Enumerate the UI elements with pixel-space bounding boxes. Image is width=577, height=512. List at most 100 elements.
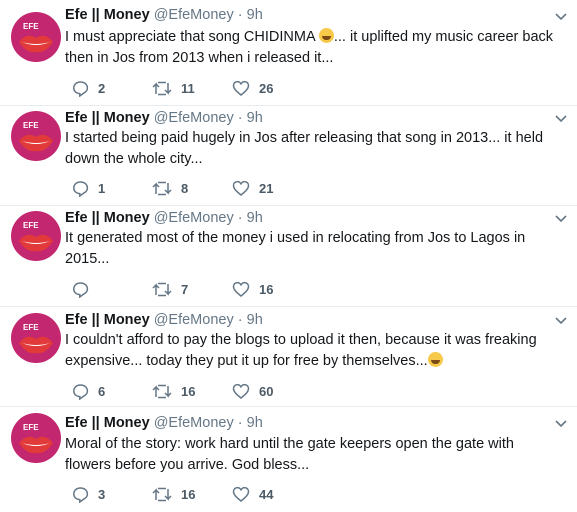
user-handle[interactable]: @EfeMoney — [154, 110, 234, 126]
heart-icon — [232, 486, 250, 502]
reply-count: 3 — [98, 487, 106, 502]
avatar[interactable]: EFE — [11, 211, 61, 261]
user-handle[interactable]: @EfeMoney — [154, 7, 234, 23]
tweet-text-part: Moral of the story: work hard until the … — [65, 436, 514, 473]
user-handle[interactable]: @EfeMoney — [154, 312, 234, 328]
like-button[interactable]: 16 — [232, 281, 273, 298]
grinning-face-emoji-icon — [318, 28, 334, 43]
retweet-button[interactable]: 16 — [152, 486, 195, 503]
user-handle[interactable]: @EfeMoney — [154, 415, 234, 431]
svg-text:EFE: EFE — [23, 22, 39, 31]
tweet-text: I started being paid hugely in Jos after… — [65, 128, 560, 170]
like-count: 16 — [259, 282, 274, 297]
timestamp[interactable]: 9h — [247, 415, 263, 431]
like-count: 26 — [259, 81, 274, 96]
tweet-text: It generated most of the money i used in… — [65, 228, 560, 270]
retweet-count: 16 — [181, 487, 196, 502]
separator: · — [237, 110, 243, 126]
separator: · — [237, 415, 243, 431]
like-count: 21 — [259, 181, 274, 196]
chevron-down-icon[interactable] — [555, 419, 567, 429]
user-handle[interactable]: @EfeMoney — [154, 210, 234, 226]
heart-icon — [232, 383, 250, 399]
retweet-icon — [152, 487, 172, 502]
heart-icon — [232, 80, 250, 96]
reply-icon — [73, 282, 89, 298]
tweet-text: I must appreciate that song CHIDINMA ...… — [65, 27, 560, 69]
svg-text:EFE: EFE — [23, 221, 39, 230]
timestamp[interactable]: 9h — [247, 312, 263, 328]
svg-text:EFE: EFE — [23, 423, 39, 432]
tweet-text: Moral of the story: work hard until the … — [65, 434, 560, 476]
display-name[interactable]: Efe || Money — [65, 7, 150, 23]
retweet-icon — [152, 81, 172, 96]
avatar[interactable]: EFE — [11, 12, 61, 62]
tweet-text-part: It generated most of the money i used in… — [65, 230, 526, 267]
reply-icon — [73, 81, 89, 97]
tweet: EFE Efe || Money @EfeMoney · 9h I starte… — [0, 106, 577, 205]
tweet-text-part: I started being paid hugely in Jos after… — [65, 130, 544, 167]
avatar[interactable]: EFE — [11, 413, 61, 463]
reply-icon — [73, 487, 89, 503]
separator: · — [237, 7, 243, 23]
heart-icon — [232, 180, 250, 196]
reply-button[interactable]: 6 — [72, 383, 105, 400]
display-name[interactable]: Efe || Money — [65, 312, 150, 328]
tweet: EFE Efe || Money @EfeMoney · 9h Moral of… — [0, 407, 577, 512]
reply-count: 2 — [98, 81, 106, 96]
reply-count: 6 — [98, 384, 106, 399]
like-count: 44 — [259, 487, 274, 502]
display-name[interactable]: Efe || Money — [65, 110, 150, 126]
separator: · — [237, 312, 243, 328]
tweet-text: I couldn't afford to pay the blogs to up… — [65, 330, 560, 372]
timestamp[interactable]: 9h — [247, 7, 263, 23]
like-button[interactable]: 21 — [232, 180, 273, 197]
tweet: EFE Efe || Money @EfeMoney · 9h I must a… — [0, 0, 577, 105]
retweet-button[interactable]: 11 — [152, 80, 195, 97]
reply-button[interactable] — [72, 281, 98, 298]
retweet-button[interactable]: 8 — [152, 180, 188, 197]
tweet-text-part: I must appreciate that song CHIDINMA — [65, 29, 319, 45]
svg-text:EFE: EFE — [23, 323, 39, 332]
tweet-text-part: I couldn't afford to pay the blogs to up… — [65, 332, 537, 369]
heart-icon — [232, 281, 250, 297]
reply-button[interactable]: 3 — [72, 486, 105, 503]
reply-icon — [73, 384, 89, 400]
retweet-count: 11 — [181, 81, 195, 96]
chevron-down-icon[interactable] — [555, 214, 567, 224]
chevron-down-icon[interactable] — [555, 316, 567, 326]
tweet-header: Efe || Money @EfeMoney · 9h — [65, 210, 263, 226]
retweet-button[interactable]: 16 — [152, 383, 195, 400]
tweet: EFE Efe || Money @EfeMoney · 9h I couldn… — [0, 307, 577, 406]
tweet-header: Efe || Money @EfeMoney · 9h — [65, 312, 263, 328]
retweet-icon — [152, 282, 172, 297]
tweet-header: Efe || Money @EfeMoney · 9h — [65, 415, 263, 431]
like-button[interactable]: 44 — [232, 486, 273, 503]
reply-icon — [73, 181, 89, 197]
retweet-count: 16 — [181, 384, 196, 399]
tweet-header: Efe || Money @EfeMoney · 9h — [65, 110, 263, 126]
retweet-button[interactable]: 7 — [152, 281, 188, 298]
avatar[interactable]: EFE — [11, 111, 61, 161]
reply-count: 1 — [98, 181, 106, 196]
tweet: EFE Efe || Money @EfeMoney · 9h It gener… — [0, 206, 577, 306]
timestamp[interactable]: 9h — [247, 110, 263, 126]
timestamp[interactable]: 9h — [247, 210, 263, 226]
display-name[interactable]: Efe || Money — [65, 415, 150, 431]
svg-text:EFE: EFE — [23, 121, 39, 130]
like-count: 60 — [259, 384, 274, 399]
retweet-count: 8 — [181, 181, 189, 196]
chevron-down-icon[interactable] — [555, 12, 567, 22]
like-button[interactable]: 26 — [232, 80, 273, 97]
retweet-icon — [152, 384, 172, 399]
tweet-header: Efe || Money @EfeMoney · 9h — [65, 7, 263, 23]
avatar[interactable]: EFE — [11, 313, 61, 363]
grinning-face-emoji-icon — [427, 352, 443, 367]
separator: · — [237, 210, 243, 226]
display-name[interactable]: Efe || Money — [65, 210, 150, 226]
like-button[interactable]: 60 — [232, 383, 273, 400]
retweet-count: 7 — [181, 282, 189, 297]
reply-button[interactable]: 1 — [72, 180, 105, 197]
reply-button[interactable]: 2 — [72, 80, 105, 97]
chevron-down-icon[interactable] — [555, 114, 567, 124]
